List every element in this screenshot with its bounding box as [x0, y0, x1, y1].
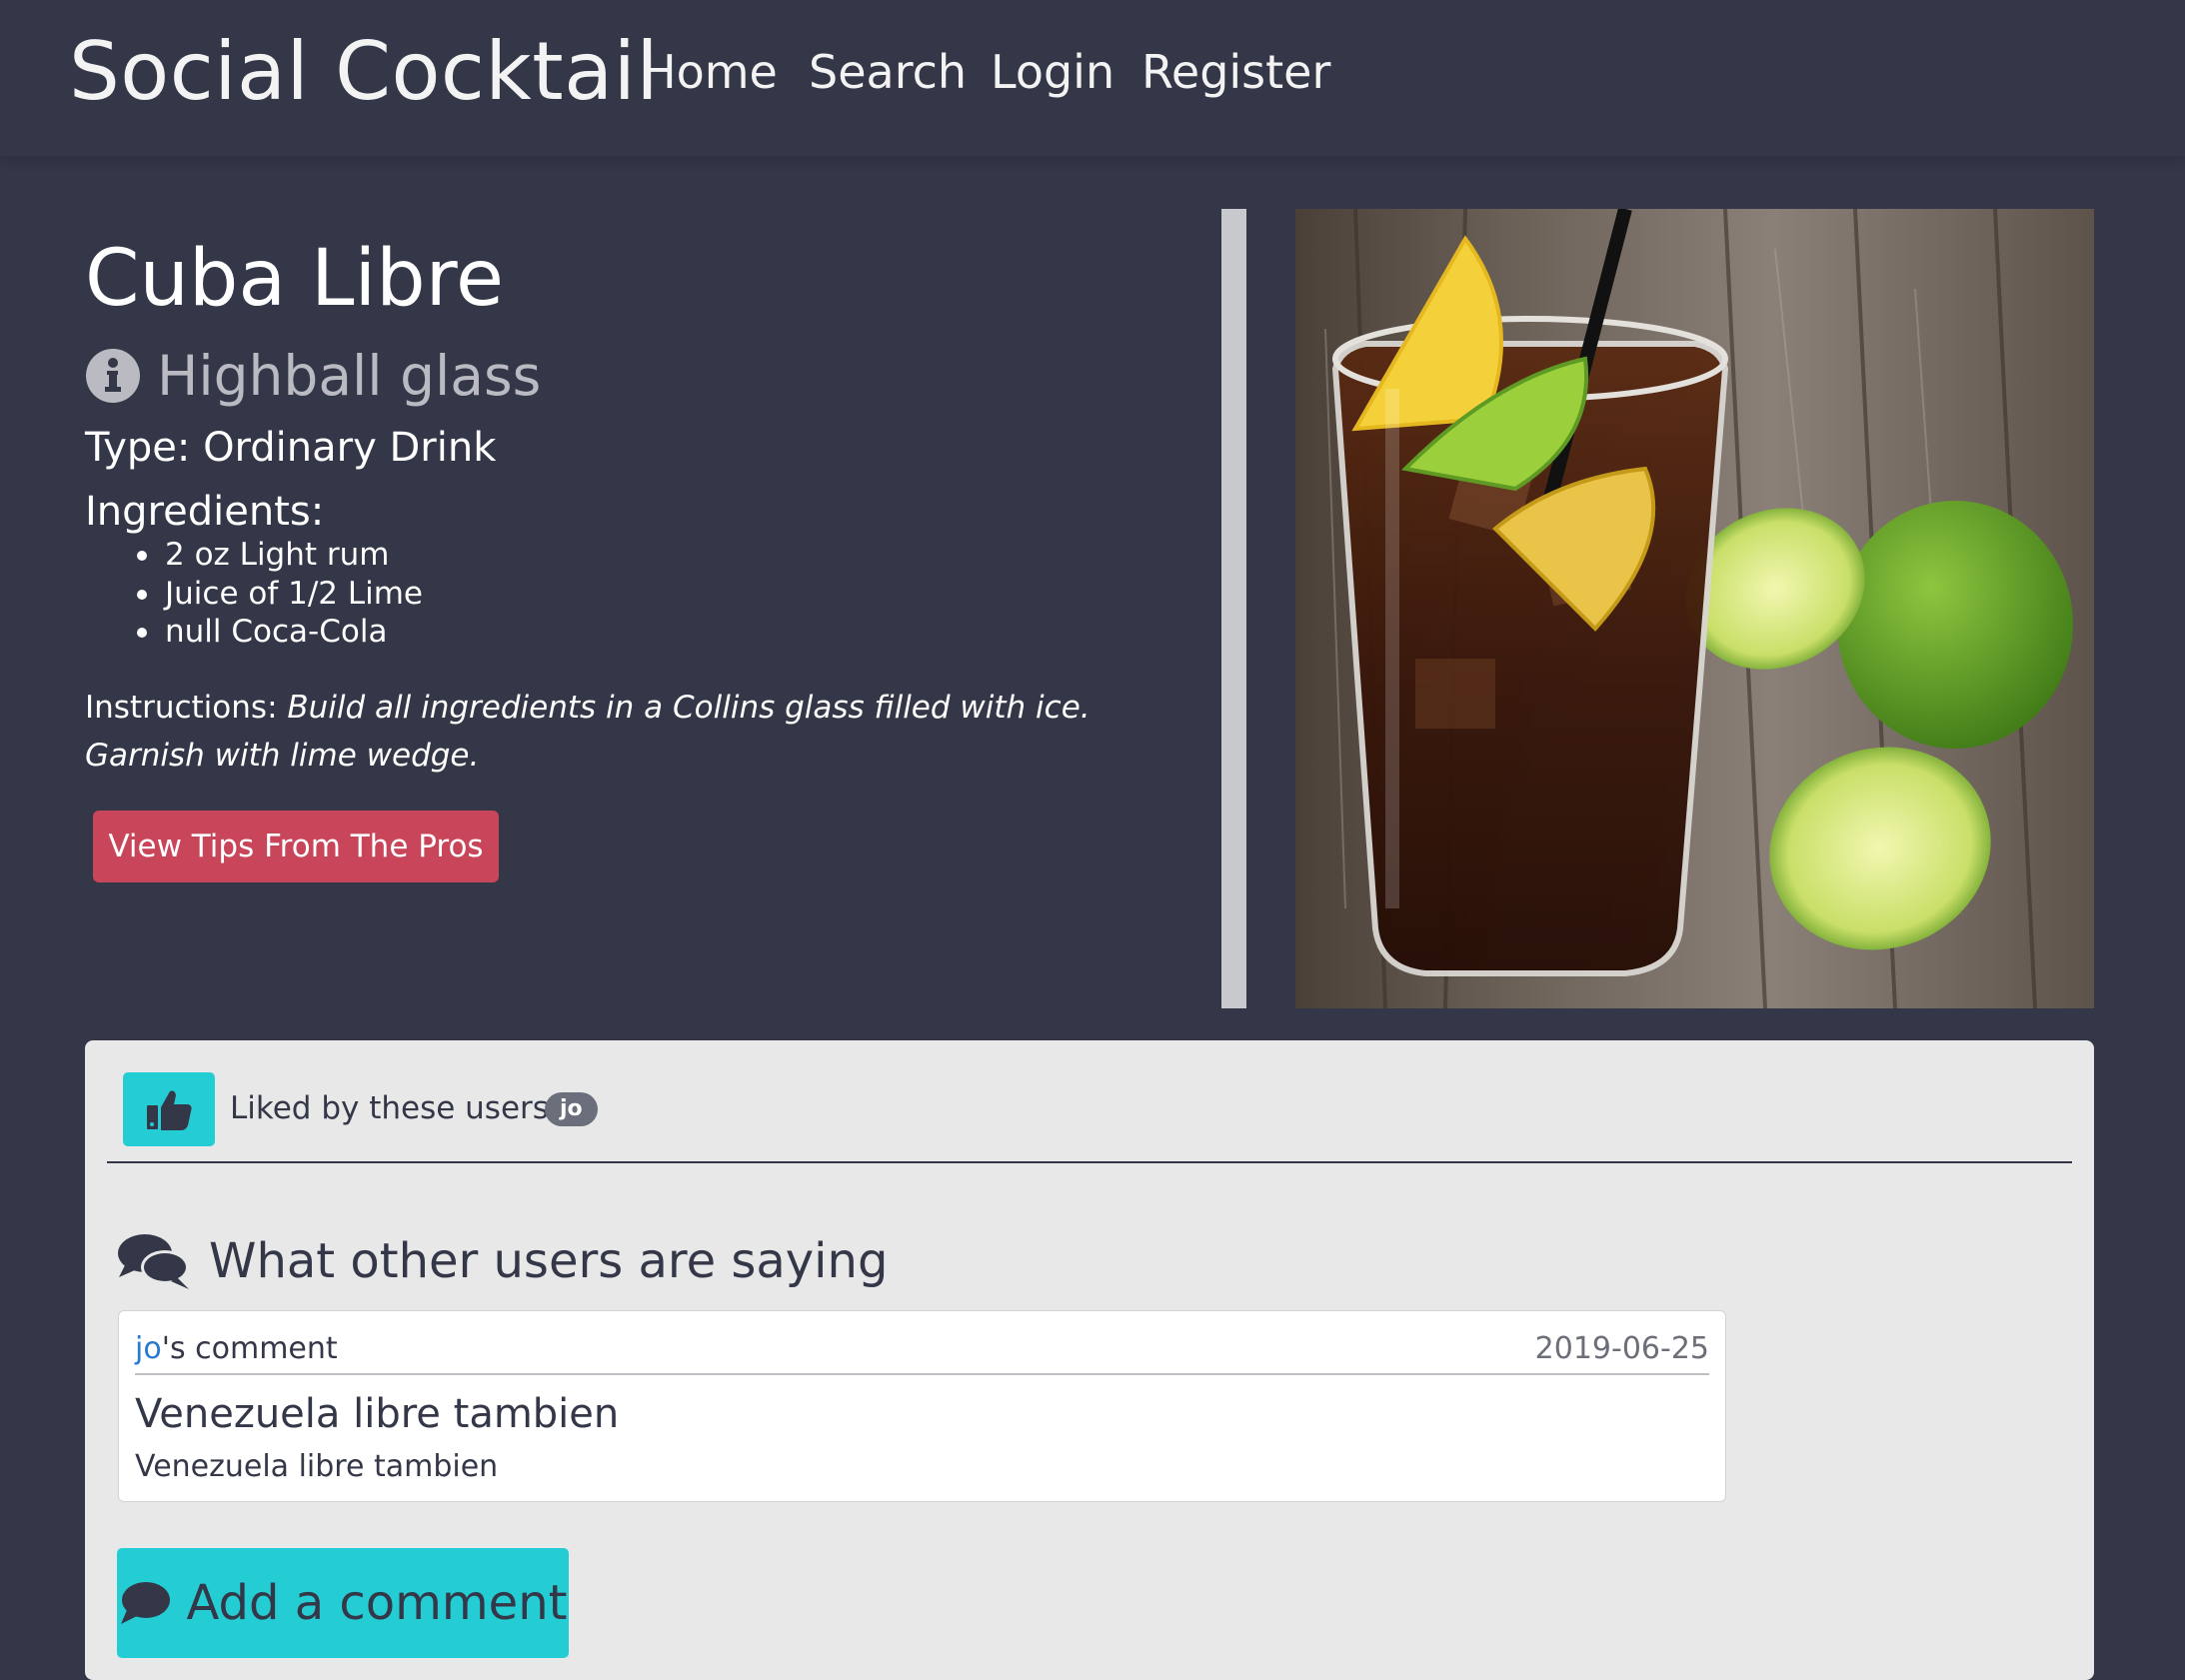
comment-author-suffix: 's comment [161, 1331, 338, 1366]
add-comment-label: Add a comment [186, 1575, 568, 1631]
add-comment-button[interactable]: Add a comment [117, 1548, 569, 1658]
comment-title: Venezuela libre tambien [135, 1391, 620, 1437]
instructions: Instructions: Build all ingredients in a… [85, 684, 1204, 780]
comment-author-link[interactable]: jo [135, 1331, 162, 1366]
glass-row: Highball glass [85, 338, 541, 414]
ingredient-item: 2 oz Light rum [85, 536, 423, 575]
like-button[interactable] [123, 1072, 215, 1146]
comment-header: jo's comment 2019-06-25 [135, 1327, 1709, 1375]
nav-home[interactable]: Home [642, 40, 778, 104]
comment-date: 2019-06-25 [1534, 1331, 1709, 1366]
ingredient-item: Juice of 1/2 Lime [85, 575, 423, 614]
section-divider [107, 1161, 2072, 1163]
comments-icon [118, 1234, 189, 1289]
ingredient-item: null Coca-Cola [85, 613, 423, 652]
ingredients-heading: Ingredients: [85, 489, 325, 535]
drink-photo [1295, 209, 2094, 1008]
liked-user-badge[interactable]: jo [545, 1092, 598, 1126]
ingredients-list: 2 oz Light rum Juice of 1/2 Lime null Co… [85, 536, 423, 652]
nav-register[interactable]: Register [1141, 40, 1330, 104]
liked-by-label: Liked by these users: [230, 1090, 560, 1126]
comment-icon [120, 1582, 170, 1624]
drink-title: Cuba Libre [85, 234, 504, 324]
comment-body: Venezuela libre tambien [135, 1449, 499, 1484]
view-tips-button[interactable]: View Tips From The Pros [93, 811, 499, 882]
comment-card: jo's comment 2019-06-25 Venezuela libre … [118, 1310, 1726, 1502]
drink-type: Type: Ordinary Drink [85, 425, 497, 471]
brand-logo[interactable]: Social Cocktail [69, 22, 659, 122]
instructions-label: Instructions: [85, 690, 278, 726]
social-card: Liked by these users: jo What other user… [85, 1040, 2094, 1680]
comments-heading: What other users are saying [117, 1225, 888, 1297]
navbar: Social Cocktail Home Search Login Regist… [0, 0, 2185, 156]
info-icon [86, 349, 140, 403]
glass-type: Highball glass [157, 344, 542, 408]
nav-login[interactable]: Login [991, 40, 1114, 104]
comments-heading-text: What other users are saying [209, 1233, 889, 1289]
vertical-divider [1221, 209, 1246, 1008]
thumbs-up-icon [147, 1090, 192, 1130]
nav-search[interactable]: Search [809, 40, 967, 104]
cocktail-illustration [1295, 209, 2094, 1008]
